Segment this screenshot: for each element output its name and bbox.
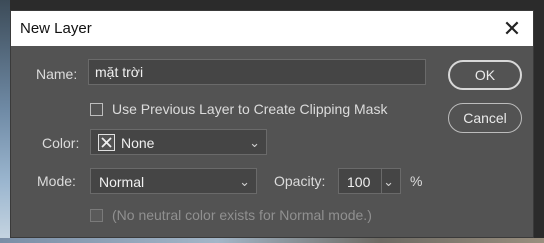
opacity-unit: % xyxy=(410,173,423,189)
new-layer-dialog: New Layer ✕ Name: Use Previous Layer to … xyxy=(10,10,534,238)
mode-label: Mode: xyxy=(37,173,76,189)
color-value: None xyxy=(121,135,155,151)
chevron-down-icon: ⌄ xyxy=(249,135,260,150)
clipping-mask-label: Use Previous Layer to Create Clipping Ma… xyxy=(112,101,388,117)
opacity-divider xyxy=(381,169,382,193)
opacity-value: 100 xyxy=(347,174,371,190)
layer-name-input[interactable] xyxy=(88,59,426,85)
cancel-button[interactable]: Cancel xyxy=(448,103,522,133)
title-bar: New Layer ✕ xyxy=(11,11,533,46)
chevron-down-icon: ⌄ xyxy=(239,174,250,189)
mode-select[interactable]: Normal ⌄ xyxy=(90,168,257,194)
opacity-label: Opacity: xyxy=(274,173,326,189)
background-canvas-bottom xyxy=(0,238,544,243)
chevron-down-icon[interactable]: ⌄ xyxy=(383,174,394,190)
mode-value: Normal xyxy=(99,174,145,190)
neutral-fill-checkbox xyxy=(90,209,103,222)
color-select[interactable]: None ⌄ xyxy=(90,129,267,155)
close-button[interactable]: ✕ xyxy=(491,11,533,46)
name-label: Name: xyxy=(36,66,78,82)
background-canvas-edge xyxy=(0,0,10,243)
ok-button[interactable]: OK xyxy=(448,60,522,90)
dialog-title: New Layer xyxy=(20,20,92,37)
neutral-fill-label: (No neutral color exists for Normal mode… xyxy=(112,207,372,223)
opacity-input[interactable]: 100 ⌄ xyxy=(338,168,401,194)
clipping-mask-checkbox[interactable] xyxy=(90,103,103,116)
color-label: Color: xyxy=(42,135,80,151)
x-icon xyxy=(98,134,115,151)
